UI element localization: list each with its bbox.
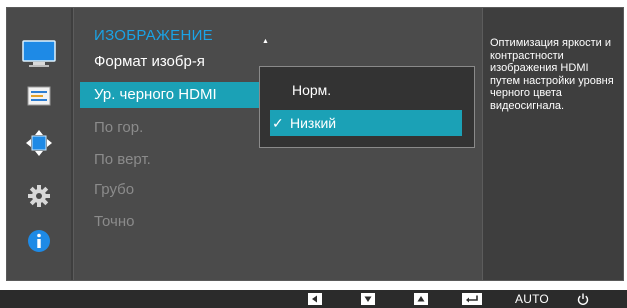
menu-item-coarse: Грубо [94,181,135,198]
check-icon: ✓ [272,115,284,131]
settings-icon[interactable] [18,179,60,213]
menu-item-h-position: По гор. [94,119,144,136]
option-low-label: Низкий [290,115,337,131]
onscreen-display-icon[interactable] [18,79,60,113]
menu-item-hdmi-black-level[interactable]: Ур. черного HDMI [80,82,264,108]
scroll-up-arrow-icon: ▲ [262,38,269,45]
down-key-icon[interactable] [361,292,375,306]
up-key-icon[interactable] [414,292,428,306]
category-sidebar [7,8,71,280]
hdmi-black-level-submenu: Норм. ✓ Низкий [259,66,475,148]
option-normal-label: Норм. [292,82,332,98]
auto-key[interactable]: AUTO [515,292,549,306]
menu-item-picture-size[interactable]: Формат изобр-я [94,49,205,75]
menu-item-fine: Точно [94,213,135,230]
left-key-icon[interactable] [308,292,322,306]
enter-key-icon[interactable] [462,292,482,306]
option-normal[interactable]: Норм. [270,77,462,103]
osd-window: ИЗОБРАЖЕНИЕ ▲ Формат изобр-я Ур. черного… [6,7,624,281]
help-description: Оптимизация яркости и контрастности изоб… [490,37,614,112]
power-icon[interactable] [577,292,589,306]
information-icon[interactable] [18,224,60,258]
menu-title: ИЗОБРАЖЕНИЕ [94,27,213,44]
option-low[interactable]: ✓ Низкий [270,110,462,136]
position-icon[interactable] [18,126,60,160]
picture-icon[interactable] [18,37,60,71]
bottom-key-guide: AUTO [0,290,627,308]
menu-item-v-position: По верт. [94,151,151,168]
